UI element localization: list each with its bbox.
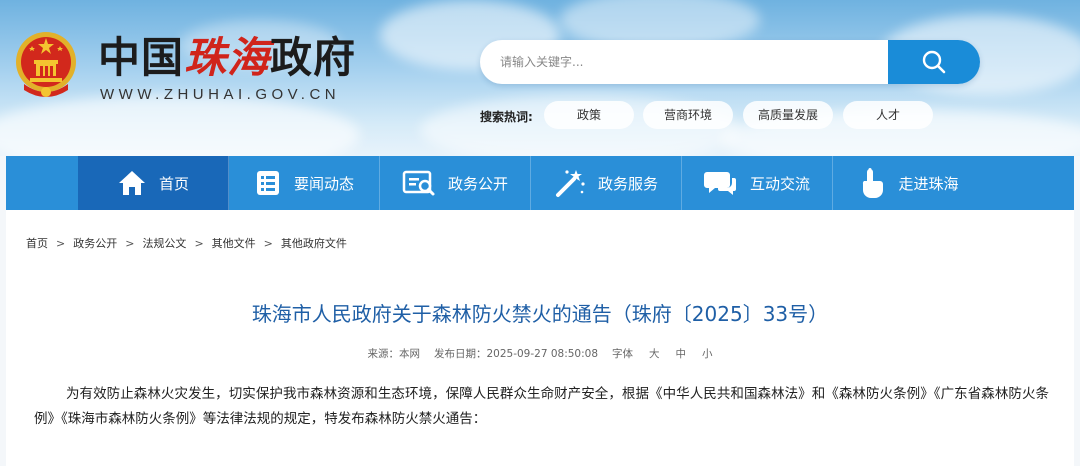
breadcrumb-separator: > <box>56 236 66 250</box>
site-header: 中国珠海政府 WWW.ZHUHAI.GOV.CN 搜索热词: 政策 营商环境 高… <box>0 0 1080 156</box>
hot-tag-business-env[interactable]: 营商环境 <box>643 101 733 129</box>
pointer-hand-icon <box>863 168 884 198</box>
nav-label-home: 首页 <box>158 174 189 193</box>
article-meta: 来源：本网 发布日期：2025-09-27 08:50:08 字体 大 中 小 <box>6 346 1074 361</box>
article-container: 首页 > 政务公开 > 法规公文 > 其他文件 > 其他政府文件 珠海市人民政府… <box>6 210 1074 466</box>
main-nav: 首页 要闻动态 政务公开 政务服务 互动交流 走进珠海 <box>6 156 1074 210</box>
site-title-prefix: 中国 <box>98 33 185 82</box>
hot-tag-quality-dev[interactable]: 高质量发展 <box>743 101 833 129</box>
site-domain: WWW.ZHUHAI.GOV.CN <box>100 86 341 103</box>
nav-item-interaction[interactable]: 互动交流 <box>682 156 833 210</box>
news-list-icon <box>256 171 279 195</box>
nav-label-about-zhuhai: 走进珠海 <box>898 174 959 193</box>
breadcrumb-separator: > <box>194 236 204 250</box>
home-icon <box>118 171 145 195</box>
breadcrumb-other-files[interactable]: 其他文件 <box>212 235 256 251</box>
hot-tag-policy[interactable]: 政策 <box>544 101 634 129</box>
hot-tag-talent[interactable]: 人才 <box>843 101 933 129</box>
hot-search-label: 搜索热词: <box>480 110 533 124</box>
site-title-suffix: 政府 <box>270 33 357 82</box>
breadcrumb-home[interactable]: 首页 <box>26 235 48 251</box>
site-title[interactable]: 中国珠海政府 <box>98 34 356 82</box>
article-source: 来源：本网 <box>367 348 420 360</box>
nav-label-gov-open: 政务公开 <box>447 174 508 193</box>
nav-item-gov-service[interactable]: 政务服务 <box>531 156 682 210</box>
nav-item-gov-open[interactable]: 政务公开 <box>380 156 531 210</box>
breadcrumb-gov-open[interactable]: 政务公开 <box>73 235 117 251</box>
nav-item-home[interactable]: 首页 <box>78 156 229 210</box>
font-size-small[interactable]: 小 <box>702 346 713 361</box>
font-size-medium[interactable]: 中 <box>676 346 687 361</box>
national-emblem-icon[interactable] <box>14 30 78 102</box>
document-search-icon <box>402 170 435 196</box>
chat-bubbles-icon <box>703 172 736 195</box>
nav-item-news[interactable]: 要闻动态 <box>229 156 380 210</box>
font-size-controls: 字体 大 中 小 <box>612 346 713 361</box>
nav-item-about-zhuhai[interactable]: 走进珠海 <box>833 156 984 210</box>
article-body-paragraph: 为有效防止森林火灾发生，切实保护我市森林资源和生态环境，保障人民群众生命财产安全… <box>34 386 1049 427</box>
search-button[interactable] <box>888 40 980 84</box>
search-input[interactable] <box>500 52 880 72</box>
wand-icon <box>555 170 585 197</box>
nav-label-gov-service: 政务服务 <box>597 174 658 193</box>
search-icon <box>922 50 946 74</box>
nav-label-news: 要闻动态 <box>293 174 354 193</box>
article-date: 发布日期：2025-09-27 08:50:08 <box>433 348 599 360</box>
breadcrumb-separator: > <box>125 236 135 250</box>
font-size-large[interactable]: 大 <box>649 346 660 361</box>
font-size-label: 字体 <box>612 348 634 360</box>
breadcrumb-separator: > <box>263 236 273 250</box>
breadcrumb: 首页 > 政务公开 > 法规公文 > 其他文件 > 其他政府文件 <box>26 235 347 251</box>
article-title: 珠海市人民政府关于森林防火禁火的通告（珠府〔2025〕33号） <box>251 302 829 326</box>
search-box <box>480 40 980 84</box>
breadcrumb-other-gov-files[interactable]: 其他政府文件 <box>281 235 347 251</box>
site-title-accent: 珠海 <box>184 33 271 82</box>
breadcrumb-regulations[interactable]: 法规公文 <box>142 235 186 251</box>
nav-label-interaction: 互动交流 <box>749 174 810 193</box>
